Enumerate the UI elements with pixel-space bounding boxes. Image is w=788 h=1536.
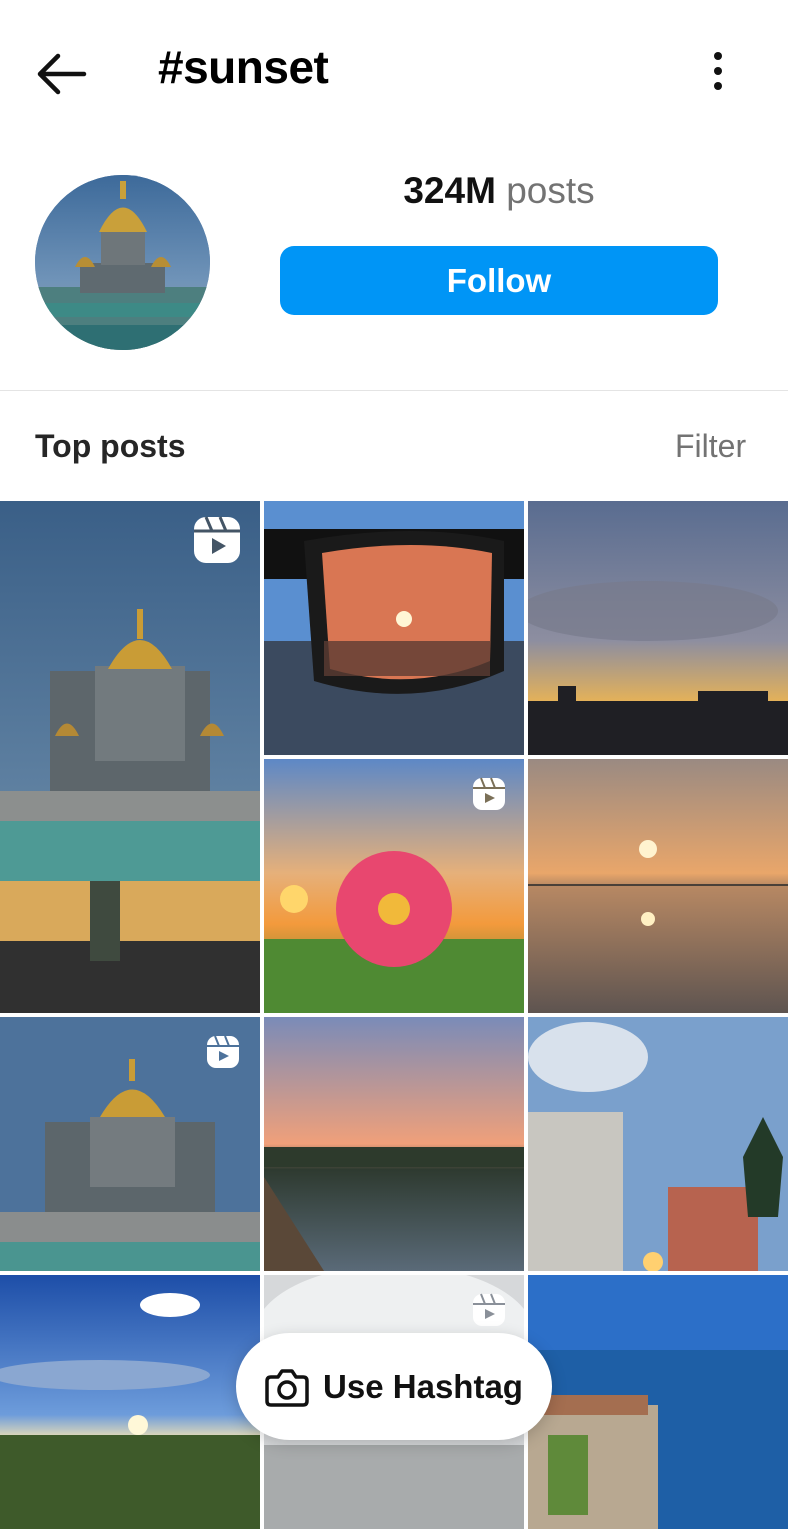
posts-count: 324M posts <box>280 170 718 212</box>
post-thumbnail[interactable] <box>0 1017 260 1271</box>
post-thumbnail[interactable] <box>528 1275 788 1529</box>
post-thumbnail[interactable] <box>528 1017 788 1271</box>
post-thumbnail[interactable] <box>528 501 788 755</box>
posts-count-label: posts <box>506 170 595 211</box>
post-thumbnail[interactable] <box>264 501 524 755</box>
reel-icon <box>473 1293 505 1326</box>
post-thumbnail[interactable] <box>0 501 260 1013</box>
top-bar: #sunset <box>0 0 788 140</box>
use-hashtag-button[interactable]: Use Hashtag <box>236 1333 552 1440</box>
vertical-dots-icon <box>714 52 722 90</box>
follow-button[interactable]: Follow <box>280 246 718 315</box>
divider <box>0 390 788 391</box>
arrow-left-icon <box>37 53 87 95</box>
post-thumbnail[interactable] <box>0 1275 260 1529</box>
reel-icon <box>194 516 240 563</box>
section-title: Top posts <box>35 428 186 464</box>
reel-icon <box>473 777 505 810</box>
more-options-button[interactable] <box>700 48 736 96</box>
back-button[interactable] <box>30 48 94 100</box>
post-thumbnail[interactable] <box>264 759 524 1013</box>
hashtag-avatar <box>35 175 210 350</box>
page-title: #sunset <box>158 41 329 93</box>
post-thumbnail[interactable] <box>264 1017 524 1271</box>
camera-icon <box>265 1368 309 1407</box>
filter-button[interactable]: Filter <box>675 428 746 465</box>
use-hashtag-label: Use Hashtag <box>323 1367 523 1405</box>
reel-icon <box>207 1035 239 1068</box>
post-thumbnail[interactable] <box>528 759 788 1013</box>
posts-count-value: 324M <box>403 170 496 211</box>
